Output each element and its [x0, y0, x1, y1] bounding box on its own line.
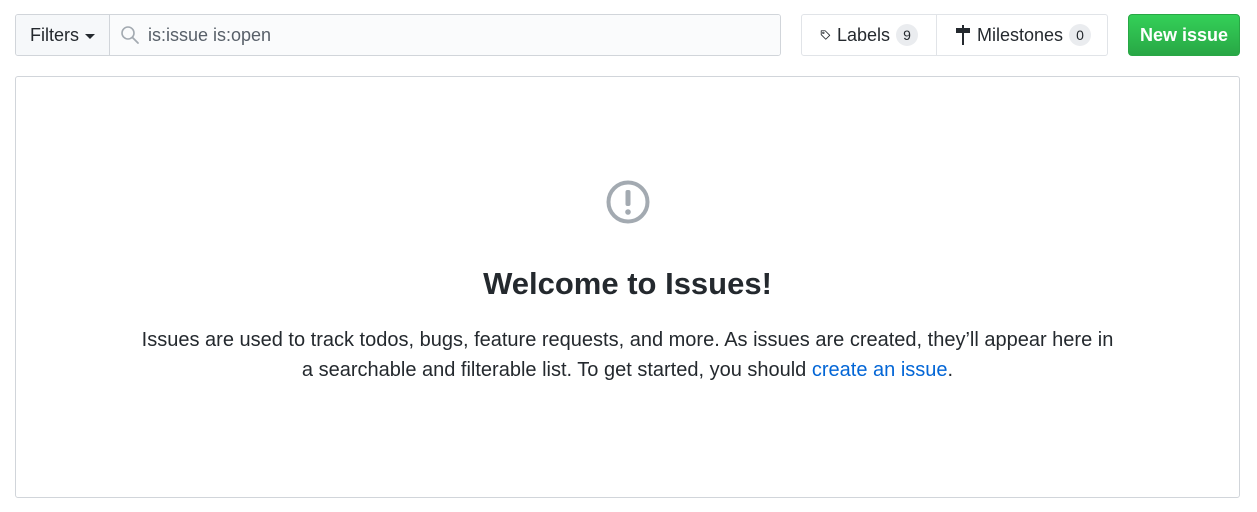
milestones-count-badge: 0 — [1069, 24, 1092, 46]
labels-label: Labels — [836, 24, 890, 45]
milestone-icon — [956, 25, 970, 45]
search-wrapper — [110, 15, 780, 55]
labels-button[interactable]: Labels 9 — [802, 15, 937, 55]
filters-label: Filters — [30, 24, 79, 45]
search-icon — [121, 26, 139, 44]
description-text: Issues are used to track todos, bugs, fe… — [141, 329, 1114, 381]
labels-count-badge: 9 — [896, 24, 918, 46]
blankslate-description: Issues are used to track todos, bugs, fe… — [136, 325, 1119, 385]
milestones-button[interactable]: Milestones 0 — [937, 15, 1109, 55]
caret-down-icon — [85, 33, 95, 39]
search-input[interactable] — [110, 15, 780, 55]
issues-toolbar: Filters Labels 9 Milestones 0 — [15, 14, 1240, 56]
issues-blankslate: Welcome to Issues! Issues are used to tr… — [15, 76, 1240, 498]
labels-milestones-group: Labels 9 Milestones 0 — [801, 14, 1108, 56]
blankslate-title: Welcome to Issues! — [483, 266, 772, 301]
new-issue-button[interactable]: New issue — [1128, 14, 1240, 56]
tag-icon — [820, 30, 831, 40]
create-issue-link[interactable]: create an issue — [812, 359, 948, 381]
filters-button[interactable]: Filters — [16, 15, 110, 55]
filter-search-group: Filters — [15, 14, 781, 56]
issue-opened-icon — [606, 180, 650, 224]
description-period: . — [947, 359, 954, 381]
milestones-label: Milestones — [977, 24, 1064, 45]
